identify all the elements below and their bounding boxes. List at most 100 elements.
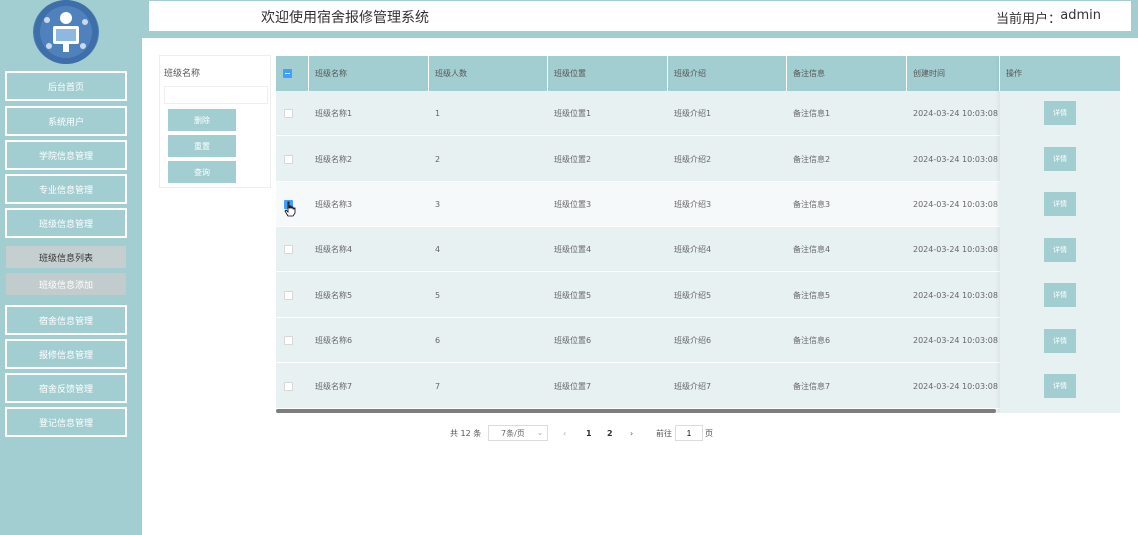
cell-class-location: 班级位置1 xyxy=(554,109,592,118)
row-checkbox[interactable] xyxy=(284,382,293,391)
cell-created-time: 2024-03-24 10:03:08 xyxy=(913,336,998,345)
cell-class-count: 2 xyxy=(435,155,441,164)
cell-remark: 备注信息7 xyxy=(793,382,831,391)
cell-class-name: 班级名称1 xyxy=(315,109,353,118)
table-row: 班级名称5 5 班级位置5 班级介绍5 备注信息5 2024-03-24 10:… xyxy=(276,273,1120,318)
cell-created-time: 2024-03-24 10:03:08 xyxy=(913,382,998,391)
top-bar-inner: 欢迎使用宿舍报修管理系统 当前用户： admin xyxy=(148,0,1132,32)
prev-page-button[interactable]: ‹ xyxy=(563,425,566,441)
cell-class-count: 7 xyxy=(435,382,441,391)
nav-repair-info[interactable]: 报修信息管理 xyxy=(5,339,127,369)
reset-button[interactable]: 重置 xyxy=(168,135,236,157)
cell-class-count: 3 xyxy=(435,200,441,209)
detail-button[interactable]: 详情 xyxy=(1044,374,1076,398)
detail-button[interactable]: 详情 xyxy=(1044,238,1076,262)
cell-remark: 备注信息3 xyxy=(793,200,831,209)
class-name-input[interactable] xyxy=(164,86,268,104)
header-select-all-cell xyxy=(276,56,309,91)
cell-class-intro: 班级介绍4 xyxy=(674,245,712,254)
table-row: 班级名称4 4 班级位置4 班级介绍4 备注信息4 2024-03-24 10:… xyxy=(276,227,1120,272)
operation-column: 操作 详情 详情 详情 详情 详情 详情 详情 xyxy=(1000,56,1120,413)
cell-class-name: 班级名称3 xyxy=(315,200,353,209)
header-created-time[interactable]: 创建时间 xyxy=(907,56,1000,91)
cell-class-name: 班级名称4 xyxy=(315,245,353,254)
delete-button[interactable]: 删除 xyxy=(168,109,236,131)
cell-class-name: 班级名称5 xyxy=(315,291,353,300)
cell-class-name: 班级名称2 xyxy=(315,155,353,164)
cell-class-intro: 班级介绍3 xyxy=(674,200,712,209)
top-bar: 欢迎使用宿舍报修管理系统 当前用户： admin xyxy=(142,0,1138,38)
cell-class-intro: 班级介绍1 xyxy=(674,109,712,118)
row-checkbox[interactable] xyxy=(284,291,293,300)
page-size-select[interactable]: 7条/页 ⌄ xyxy=(488,425,548,441)
row-checkbox[interactable] xyxy=(284,336,293,345)
select-all-checkbox[interactable] xyxy=(283,69,292,78)
nav-class-info[interactable]: 班级信息管理 xyxy=(5,208,127,238)
goto-label: 前往 xyxy=(656,428,672,438)
cell-class-count: 4 xyxy=(435,245,441,254)
cell-class-name: 班级名称7 xyxy=(315,382,353,391)
nav-dashboard[interactable]: 后台首页 xyxy=(5,71,127,101)
detail-button[interactable]: 详情 xyxy=(1044,147,1076,171)
cell-class-location: 班级位置3 xyxy=(554,200,592,209)
cell-class-intro: 班级介绍5 xyxy=(674,291,712,300)
cell-class-intro: 班级介绍6 xyxy=(674,336,712,345)
row-checkbox[interactable] xyxy=(284,109,293,118)
row-checkbox[interactable] xyxy=(284,245,293,254)
cell-class-intro: 班级介绍2 xyxy=(674,155,712,164)
current-user-label: 当前用户： xyxy=(995,12,1061,27)
detail-button[interactable]: 详情 xyxy=(1044,283,1076,307)
nav-dorm-info[interactable]: 宿舍信息管理 xyxy=(5,305,127,335)
table-row: 班级名称7 7 班级位置7 班级介绍7 备注信息7 2024-03-24 10:… xyxy=(276,364,1120,409)
page-unit-label: 页 xyxy=(705,428,713,438)
cell-remark: 备注信息6 xyxy=(793,336,831,345)
header-class-name[interactable]: 班级名称 xyxy=(309,56,429,91)
page-2-button[interactable]: 2 xyxy=(607,425,613,441)
cell-remark: 备注信息2 xyxy=(793,155,831,164)
goto-page-input[interactable] xyxy=(675,425,703,441)
current-user-name: admin xyxy=(1060,8,1101,23)
table-header: 班级名称 班级人数 班级位置 班级介绍 备注信息 创建时间 xyxy=(276,56,1120,91)
table-row: 班级名称2 2 班级位置2 班级介绍2 备注信息2 2024-03-24 10:… xyxy=(276,137,1120,182)
hand-cursor-icon xyxy=(284,201,296,217)
cell-class-intro: 班级介绍7 xyxy=(674,382,712,391)
nav-class-add[interactable]: 班级信息添加 xyxy=(6,273,126,295)
chevron-down-icon: ⌄ xyxy=(537,429,543,437)
cell-class-location: 班级位置7 xyxy=(554,382,592,391)
cell-remark: 备注信息4 xyxy=(793,245,831,254)
row-checkbox[interactable] xyxy=(284,155,293,164)
query-button[interactable]: 查询 xyxy=(168,161,236,183)
nav-major-info[interactable]: 专业信息管理 xyxy=(5,174,127,204)
detail-button[interactable]: 详情 xyxy=(1044,101,1076,125)
pagination-total: 共 12 条 xyxy=(450,428,482,438)
class-name-label: 班级名称 xyxy=(164,69,201,79)
nav-class-list[interactable]: 班级信息列表 xyxy=(6,246,126,268)
table-row: 班级名称1 1 班级位置1 班级介绍1 备注信息1 2024-03-24 10:… xyxy=(276,91,1120,136)
class-table: 班级名称 班级人数 班级位置 班级介绍 备注信息 创建时间 班级名称1 1 班级… xyxy=(276,56,1120,413)
table-row: 班级名称6 6 班级位置6 班级介绍6 备注信息6 2024-03-24 10:… xyxy=(276,318,1120,363)
page-1-button[interactable]: 1 xyxy=(586,425,592,441)
cell-class-location: 班级位置5 xyxy=(554,291,592,300)
detail-button[interactable]: 详情 xyxy=(1044,192,1076,216)
cell-class-location: 班级位置4 xyxy=(554,245,592,254)
cell-created-time: 2024-03-24 10:03:08 xyxy=(913,291,998,300)
header-class-location[interactable]: 班级位置 xyxy=(548,56,668,91)
cell-created-time: 2024-03-24 10:03:08 xyxy=(913,200,998,209)
cell-remark: 备注信息5 xyxy=(793,291,831,300)
header-class-intro[interactable]: 班级介绍 xyxy=(668,56,787,91)
header-operation: 操作 xyxy=(1000,56,1120,91)
nav-system-users[interactable]: 系统用户 xyxy=(5,106,127,136)
sidebar: 后台首页 系统用户 学院信息管理 专业信息管理 班级信息管理 班级信息列表 班级… xyxy=(0,0,142,535)
cell-created-time: 2024-03-24 10:03:08 xyxy=(913,109,998,118)
avatar-robot-icon xyxy=(34,0,98,64)
nav-registration-info[interactable]: 登记信息管理 xyxy=(5,407,127,437)
next-page-button[interactable]: › xyxy=(630,425,633,441)
nav-college-info[interactable]: 学院信息管理 xyxy=(5,140,127,170)
cell-remark: 备注信息1 xyxy=(793,109,831,118)
header-class-count[interactable]: 班级人数 xyxy=(429,56,548,91)
table-horizontal-scrollbar[interactable] xyxy=(276,409,996,413)
nav-dorm-feedback[interactable]: 宿舍反馈管理 xyxy=(5,373,127,403)
detail-button[interactable]: 详情 xyxy=(1044,329,1076,353)
table-row: 班级名称3 3 班级位置3 班级介绍3 备注信息3 2024-03-24 10:… xyxy=(276,182,1120,227)
header-remark[interactable]: 备注信息 xyxy=(787,56,907,91)
